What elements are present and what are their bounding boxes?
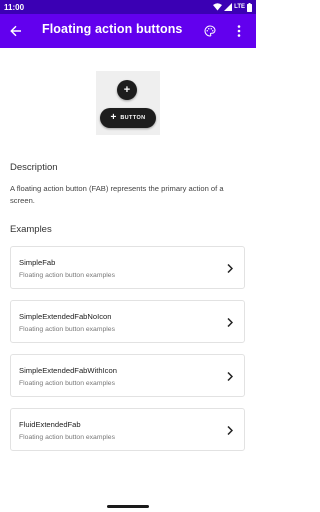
back-arrow-icon[interactable] <box>7 22 25 40</box>
fab-button[interactable]: + <box>117 80 137 100</box>
card-title: SimpleFab <box>19 258 56 267</box>
wifi-icon <box>213 3 223 11</box>
more-vert-icon[interactable] <box>230 22 248 40</box>
status-time: 11:00 <box>4 2 25 12</box>
card-title: FluidExtendedFab <box>19 420 81 429</box>
chevron-right-icon <box>225 262 235 274</box>
status-icons: LTE <box>213 2 252 12</box>
card-subtitle: Floating action button examples <box>19 380 115 387</box>
description-heading: Description <box>10 162 58 173</box>
example-card-simpleextendedfabwithicon[interactable]: SimpleExtendedFabWithIcon Floating actio… <box>10 354 245 397</box>
chevron-right-icon <box>225 316 235 328</box>
card-title: SimpleExtendedFabWithIcon <box>19 366 117 375</box>
battery-icon <box>247 2 252 12</box>
example-card-simpleextendedfabnoicon[interactable]: SimpleExtendedFabNoIcon Floating action … <box>10 300 245 343</box>
chevron-right-icon <box>225 424 235 436</box>
example-card-simplefab[interactable]: SimpleFab Floating action button example… <box>10 246 245 289</box>
examples-heading: Examples <box>10 224 52 235</box>
card-title: SimpleExtendedFabNoIcon <box>19 312 112 321</box>
card-subtitle: Floating action button examples <box>19 326 115 333</box>
component-preview: + + BUTTON <box>96 71 160 135</box>
chevron-right-icon <box>225 370 235 382</box>
card-subtitle: Floating action button examples <box>19 272 115 279</box>
add-icon: + <box>110 112 117 123</box>
status-bar: 11:00 LTE <box>0 0 256 14</box>
palette-icon[interactable] <box>201 22 219 40</box>
app-bar: Floating action buttons <box>0 14 256 48</box>
card-subtitle: Floating action button examples <box>19 434 115 441</box>
page-title: Floating action buttons <box>42 22 183 36</box>
description-text: A floating action button (FAB) represent… <box>10 184 224 205</box>
extended-fab-label: BUTTON <box>120 115 146 121</box>
gesture-nav-handle[interactable] <box>107 505 149 508</box>
network-type-label: LTE <box>234 4 245 10</box>
extended-fab-button[interactable]: + BUTTON <box>100 108 156 128</box>
example-card-fluidextendedfab[interactable]: FluidExtendedFab Floating action button … <box>10 408 245 451</box>
signal-icon <box>224 3 233 11</box>
